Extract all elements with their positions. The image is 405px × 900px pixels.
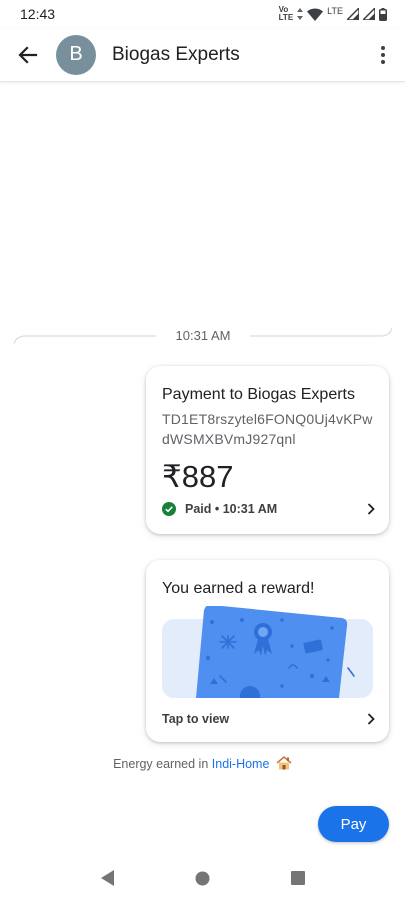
payment-status: Paid • 10:31 AM: [185, 502, 278, 516]
status-bar: 12:43 Vo LTE LTE: [0, 0, 405, 28]
status-icons: Vo LTE LTE: [279, 6, 387, 22]
arrow-left-icon: [18, 45, 38, 64]
volte-indicator: Vo LTE: [278, 5, 294, 22]
reward-card[interactable]: You earned a reward! Tap to view: [146, 560, 389, 742]
lte-label: LTE: [327, 6, 343, 16]
signal-icon-2: [363, 8, 375, 20]
nav-back-button[interactable]: [88, 858, 128, 898]
tap-to-view: Tap to view: [162, 712, 230, 726]
indi-home-link[interactable]: Indi-Home: [212, 757, 270, 771]
timestamp-divider: 10:31 AM: [14, 322, 392, 352]
house-icon: [276, 756, 292, 770]
chevron-right-icon: [367, 713, 375, 725]
pay-button[interactable]: Pay: [318, 806, 389, 842]
energy-note-prefix: Energy earned in: [113, 757, 212, 771]
check-circle-icon: [162, 502, 176, 516]
timestamp-label: 10:31 AM: [175, 328, 231, 343]
payment-amount: ₹887: [162, 459, 234, 494]
navigation-bar: [0, 856, 405, 900]
signal-icon: [347, 8, 359, 20]
more-options-button[interactable]: [361, 28, 405, 82]
scratch-card-illustration: [162, 606, 373, 698]
wifi-icon: [307, 7, 324, 21]
payment-status-row: Paid • 10:31 AM: [162, 502, 375, 516]
battery-icon: [379, 7, 387, 21]
app-bar: B Biogas Experts: [0, 28, 405, 82]
more-vertical-icon: [381, 45, 385, 64]
payment-title: Payment to Biogas Experts: [162, 386, 355, 403]
payment-card[interactable]: Payment to Biogas Experts TD1ET8rszytel6…: [146, 366, 389, 534]
reward-action-row: Tap to view: [162, 712, 375, 726]
reward-title: You earned a reward!: [162, 580, 315, 597]
back-button[interactable]: [0, 28, 56, 82]
avatar[interactable]: B: [56, 34, 96, 75]
home-icon: [195, 871, 210, 885]
recents-icon: [290, 871, 305, 885]
energy-note: Energy earned in Indi-Home: [0, 756, 405, 771]
nav-home-button[interactable]: [183, 858, 223, 898]
contact-name[interactable]: Biogas Experts: [112, 44, 361, 66]
data-arrows-icon: [297, 8, 304, 20]
status-time: 12:43: [20, 6, 56, 22]
transaction-id: TD1ET8rszytel6FONQ0Uj4vKPwdWSMXBVmJ927qn…: [162, 411, 373, 447]
back-icon: [100, 870, 114, 886]
chevron-right-icon: [367, 503, 375, 515]
nav-recents-button[interactable]: [278, 858, 318, 898]
